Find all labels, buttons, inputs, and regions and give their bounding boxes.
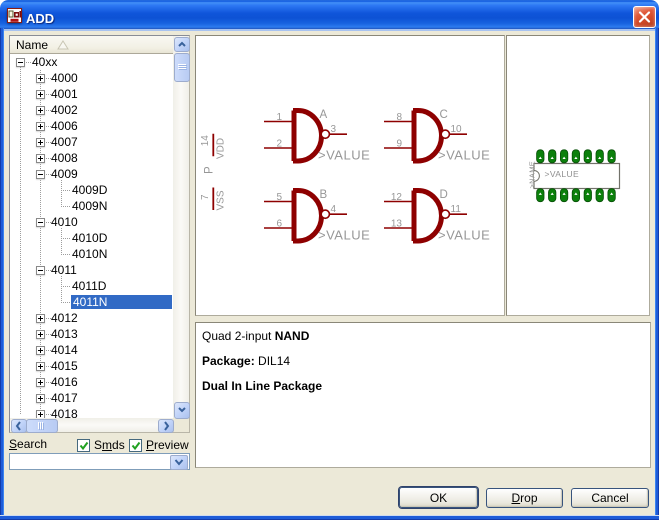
svg-text:12: 12: [391, 192, 403, 203]
svg-text:2: 2: [276, 139, 282, 150]
svg-text:>VALUE: >VALUE: [318, 228, 370, 243]
svg-text:>VALUE: >VALUE: [438, 148, 490, 163]
svg-text:VSS: VSS: [216, 190, 227, 210]
svg-text:D: D: [440, 189, 448, 201]
svg-text:8: 8: [396, 112, 402, 123]
svg-text:9: 9: [396, 139, 402, 150]
svg-text:6: 6: [276, 219, 282, 230]
svg-text:>VALUE: >VALUE: [318, 148, 370, 163]
svg-text:>VALUE: >VALUE: [545, 169, 580, 179]
svg-text:>NAME: >NAME: [528, 161, 537, 189]
svg-text:VDD: VDD: [216, 138, 227, 159]
svg-text:7: 7: [200, 194, 211, 200]
svg-text:1: 1: [276, 112, 282, 123]
svg-text:13: 13: [391, 219, 403, 230]
svg-text:10: 10: [451, 124, 463, 135]
svg-text:C: C: [440, 109, 448, 121]
svg-text:A: A: [320, 109, 328, 121]
svg-text:P: P: [204, 166, 216, 174]
svg-text:5: 5: [276, 192, 282, 203]
svg-text:4: 4: [331, 204, 337, 215]
svg-text:3: 3: [331, 124, 337, 135]
svg-text:>VALUE: >VALUE: [438, 228, 490, 243]
svg-text:11: 11: [451, 204, 462, 215]
svg-text:14: 14: [200, 135, 211, 147]
svg-text:B: B: [320, 189, 328, 201]
